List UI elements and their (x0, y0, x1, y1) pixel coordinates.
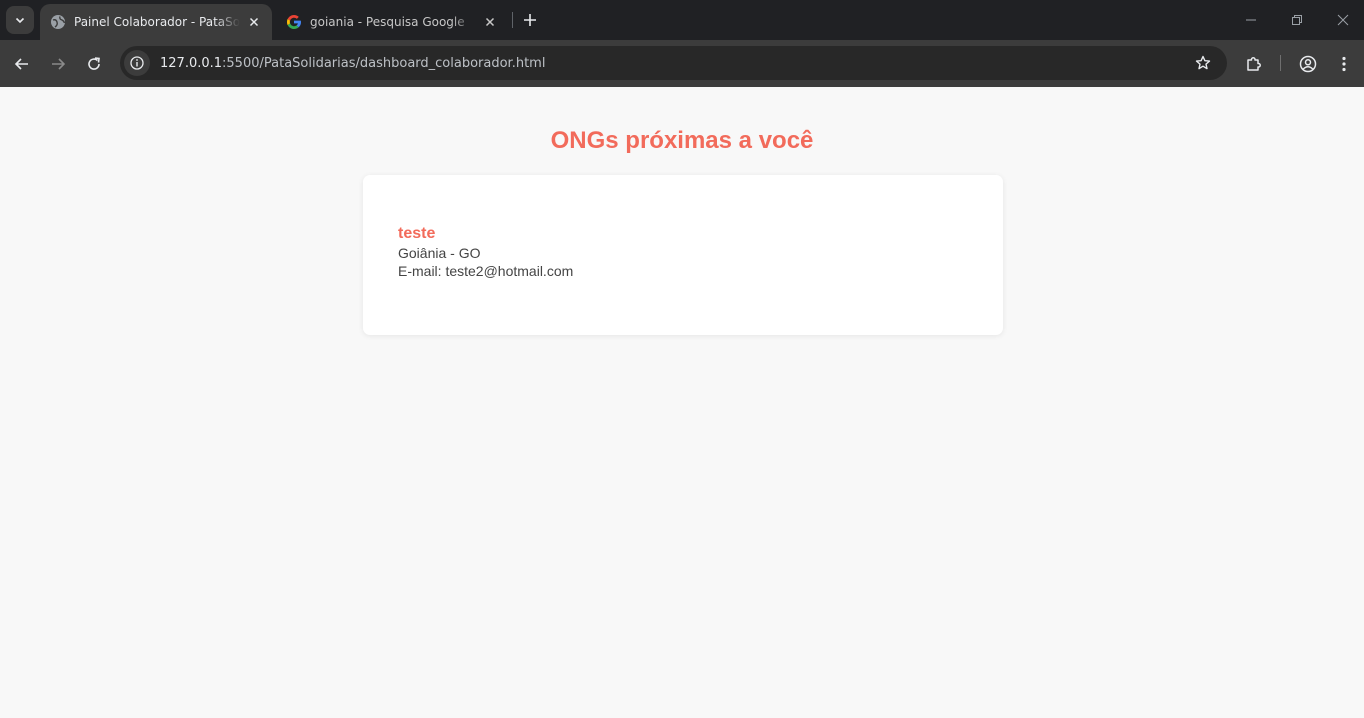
url-text[interactable]: 127.0.0.1:5500/PataSolidarias/dashboard_… (160, 56, 545, 71)
globe-icon (50, 14, 66, 30)
tab-search-button[interactable] (6, 6, 34, 34)
reload-button[interactable] (80, 50, 108, 78)
tab-title: Painel Colaborador - PataSolidárias (74, 15, 240, 29)
account-icon (1299, 55, 1317, 73)
new-tab-button[interactable] (518, 8, 542, 32)
google-icon (286, 14, 302, 30)
close-window-button[interactable] (1320, 0, 1364, 40)
url-path: :5500/PataSolidarias/dashboard_colaborad… (222, 55, 546, 71)
address-bar[interactable]: 127.0.0.1:5500/PataSolidarias/dashboard_… (120, 46, 1227, 80)
more-vert-icon (1342, 56, 1346, 72)
extensions-button[interactable] (1240, 50, 1268, 78)
toolbar-divider (1280, 55, 1281, 71)
url-host: 127.0.0.1 (160, 55, 223, 71)
chevron-down-icon (15, 17, 25, 24)
ong-name: teste (398, 225, 436, 242)
tab-painel-colaborador[interactable]: Painel Colaborador - PataSolidárias (40, 4, 272, 40)
arrow-right-icon (52, 58, 66, 70)
browser-toolbar: 127.0.0.1:5500/PataSolidarias/dashboard_… (0, 40, 1364, 87)
tab-separator (512, 12, 513, 28)
arrow-left-icon (14, 58, 28, 70)
minimize-button[interactable] (1228, 0, 1274, 40)
tab-strip: Painel Colaborador - PataSolidárias goia… (0, 0, 1364, 40)
bookmark-button[interactable] (1191, 51, 1215, 75)
restore-icon (1292, 15, 1302, 25)
profile-button[interactable] (1294, 50, 1322, 78)
minimize-icon (1246, 19, 1256, 21)
page-content: ONGs próximas a você teste Goiânia - GO … (0, 87, 1364, 718)
restore-button[interactable] (1274, 0, 1320, 40)
close-tab-icon[interactable] (246, 14, 262, 30)
ong-card: teste Goiânia - GO E-mail: teste2@hotmai… (363, 175, 1003, 335)
close-tab-icon[interactable] (482, 14, 498, 30)
menu-button[interactable] (1330, 50, 1358, 78)
forward-button[interactable] (44, 50, 72, 78)
site-info-button[interactable] (124, 50, 150, 76)
star-icon (1195, 55, 1211, 70)
ong-location: Goiânia - GO (398, 245, 481, 261)
tab-goiania-pesquisa[interactable]: goiania - Pesquisa Google (276, 4, 508, 40)
info-icon (130, 56, 144, 70)
page-title: ONGs próximas a você (550, 127, 814, 154)
back-button[interactable] (8, 50, 36, 78)
close-icon (1337, 14, 1349, 26)
reload-icon (88, 57, 100, 70)
puzzle-icon (1247, 57, 1261, 71)
tab-title: goiania - Pesquisa Google (310, 15, 465, 29)
ong-email: E-mail: teste2@hotmail.com (398, 263, 574, 279)
plus-icon (524, 14, 536, 26)
